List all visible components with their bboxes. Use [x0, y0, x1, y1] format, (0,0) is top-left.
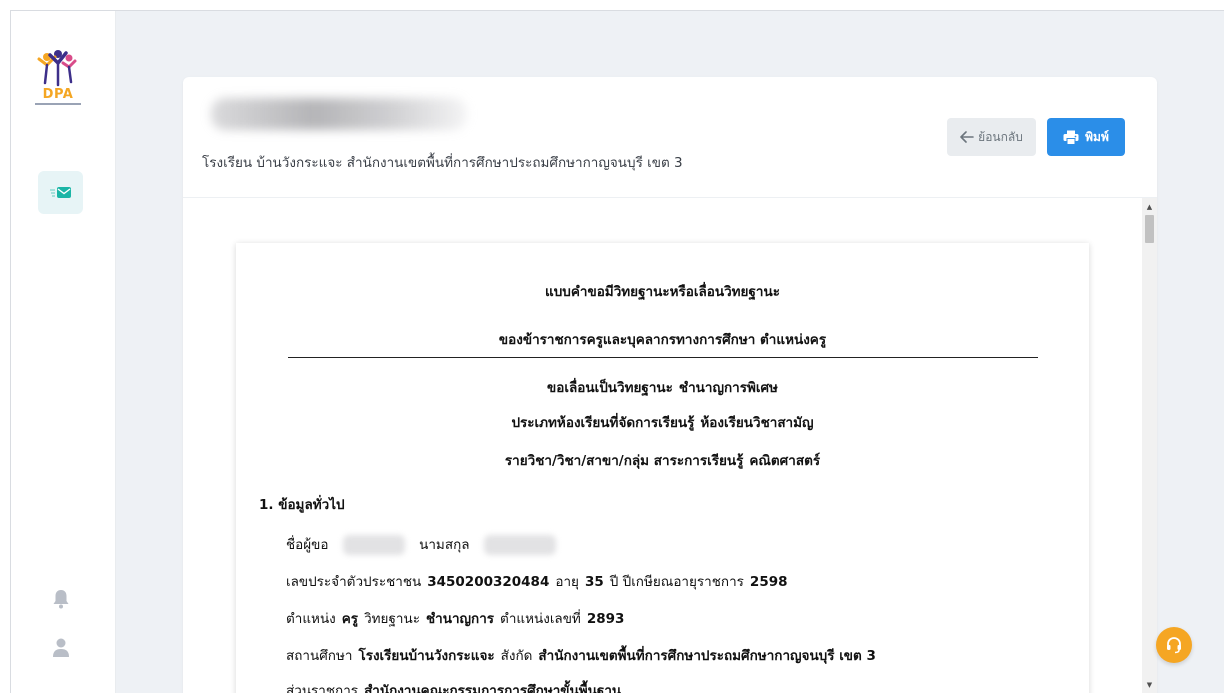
school-row: สถานศึกษา โรงเรียนบ้านวังกระแจะ สังกัด สำนั…: [286, 644, 882, 666]
id-age-row: เลขประจำตัวประชาชน 3450200320484 อายุ 35 ปี …: [286, 570, 794, 592]
back-button[interactable]: ย้อนกลับ: [947, 118, 1036, 156]
headset-icon: [1167, 637, 1181, 654]
scroll-up-arrow-icon[interactable]: ▲: [1142, 202, 1157, 212]
document-page: แบบคำขอมีวิทยฐานะหรือเลื่อนวิทยฐานะ ของข…: [236, 243, 1089, 693]
school-subtitle: โรงเรียน บ้านวังกระแจะ สำนักงานเขตพื้นที…: [202, 155, 683, 171]
logo-tagline: [35, 103, 81, 105]
age-label: อายุ: [555, 574, 579, 590]
logo-figures-icon: [37, 50, 77, 87]
arrow-left-icon: [960, 131, 974, 143]
subject-value: คณิตศาสตร์: [749, 453, 821, 469]
under-value: สำนักงานเขตพื้นที่การศึกษาประถมศึกษากาญจ…: [538, 648, 876, 664]
age-value: 35: [584, 574, 604, 590]
retire-value: 2598: [749, 574, 788, 590]
position-value: ครู: [341, 611, 359, 627]
dpa-logo: DPA: [33, 49, 83, 113]
print-button[interactable]: พิมพ์: [1047, 118, 1125, 156]
request-rank-value: ชำนาญการพิเศษ: [678, 380, 778, 396]
rank-label: วิทยฐานะ: [364, 611, 420, 627]
agency-row: ส่วนราชการ สำนักงานคณะกรรมการการศึกษาขั้น…: [286, 679, 627, 693]
app-frame: DPA โรงเรียน บ้านวังกระแจะ สำนักงานเขตพื…: [10, 10, 1224, 693]
doc-divider: [288, 357, 1038, 358]
agency-value: สำนักงานคณะกรรมการการศึกษาขั้นพื้นฐาน: [364, 683, 622, 693]
classroom-type-label: ประเภทห้องเรียนที่จัดการเรียนรู้: [511, 415, 695, 431]
printer-icon: [1063, 130, 1079, 145]
redacted-surname: [483, 535, 556, 555]
scroll-down-arrow-icon[interactable]: ▼: [1142, 680, 1157, 690]
agency-label: ส่วนราชการ: [286, 683, 359, 693]
bell-icon: [53, 590, 69, 609]
doc-title-2: ของข้าราชการครูและบุคลากรทางการศึกษา ตำแ…: [498, 332, 827, 348]
document-card: โรงเรียน บ้านวังกระแจะ สำนักงานเขตพื้นที…: [183, 77, 1157, 693]
request-rank-row: ขอเลื่อนเป็นวิทยฐานะ ชำนาญการพิเศษ: [236, 376, 1089, 398]
viewer-scrollbar[interactable]: ▲ ▼: [1142, 198, 1157, 693]
classroom-type-row: ประเภทห้องเรียนที่จัดการเรียนรู้ ห้องเรีย…: [236, 411, 1089, 433]
scroll-thumb[interactable]: [1145, 215, 1154, 243]
position-number-label: ตำแหน่งเลขที่: [500, 611, 581, 627]
document-viewer[interactable]: แบบคำขอมีวิทยฐานะหรือเลื่อนวิทยฐานะ ของข…: [183, 198, 1157, 693]
sidebar-item-profile[interactable]: [51, 637, 71, 659]
back-button-label: ย้อนกลับ: [978, 129, 1023, 144]
surname-label: นามสกุล: [419, 537, 470, 553]
classroom-type-value: ห้องเรียนวิชาสามัญ: [700, 415, 814, 431]
support-chat-button[interactable]: [1156, 627, 1192, 663]
name-label: ชื่อผู้ขอ: [286, 537, 329, 553]
sidebar: DPA: [11, 11, 116, 693]
subject-label: รายวิชา/วิชา/สาขา/กลุ่ม สาระการเรียนรู้: [504, 453, 744, 469]
position-row: ตำแหน่ง ครู วิทยฐานะ ชำนาญการ ตำแหน่งเลขที่ 2…: [286, 607, 630, 629]
id-value: 3450200320484: [427, 574, 550, 590]
user-icon: [53, 638, 69, 657]
redacted-teacher-name: [211, 98, 467, 130]
sidebar-item-notifications[interactable]: [51, 588, 71, 610]
applicant-name-row: ชื่อผู้ขอ นามสกุล: [286, 533, 566, 555]
doc-title-1: แบบคำขอมีวิทยฐานะหรือเลื่อนวิทยฐานะ: [545, 284, 780, 300]
request-rank-label: ขอเลื่อนเป็นวิทยฐานะ: [547, 380, 673, 396]
under-label: สังกัด: [500, 648, 533, 664]
subject-row: รายวิชา/วิชา/สาขา/กลุ่ม สาระการเรียนรู้ ค…: [236, 449, 1089, 471]
retire-label: ปี ปีเกษียณอายุราชการ: [609, 574, 744, 590]
section-general-info: 1. ข้อมูลทั่วไป: [259, 497, 345, 513]
position-number-value: 2893: [586, 611, 625, 627]
mail-icon: [49, 186, 71, 198]
redacted-first-name: [342, 535, 405, 555]
rank-value: ชำนาญการ: [425, 611, 495, 627]
position-label: ตำแหน่ง: [286, 611, 336, 627]
id-label: เลขประจำตัวประชาชน: [286, 574, 422, 590]
print-button-label: พิมพ์: [1085, 129, 1109, 144]
school-value: โรงเรียนบ้านวังกระแจะ: [358, 648, 495, 664]
school-label: สถานศึกษา: [286, 648, 353, 664]
sidebar-item-mail[interactable]: [38, 171, 83, 214]
logo-text: DPA: [42, 87, 74, 102]
card-header: โรงเรียน บ้านวังกระแจะ สำนักงานเขตพื้นที…: [183, 77, 1157, 198]
